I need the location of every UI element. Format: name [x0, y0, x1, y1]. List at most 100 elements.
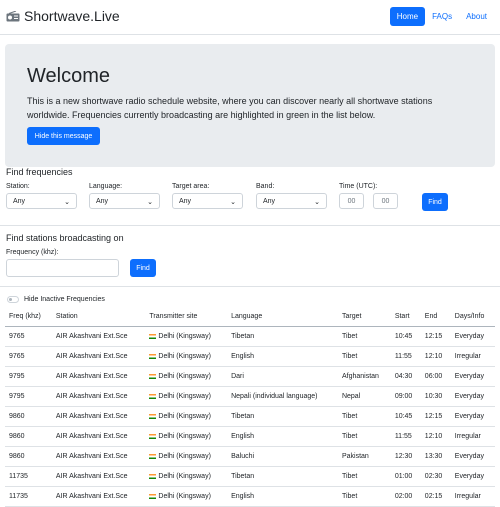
divider: [0, 286, 500, 287]
cell-days: Everyday: [450, 466, 495, 487]
cell-target: Tibet: [337, 466, 391, 487]
frequency-label: Frequency (khz):: [6, 249, 59, 256]
cell-end: 12:15: [420, 326, 451, 347]
cell-language: Dari: [227, 366, 338, 387]
target-area-select[interactable]: Any ⌄: [172, 193, 243, 209]
target-area-value: Any: [179, 197, 192, 205]
chevron-down-icon: ⌄: [147, 199, 153, 206]
hide-message-button[interactable]: Hide this message: [27, 127, 100, 145]
nav-home[interactable]: Home: [389, 7, 426, 26]
col-end: End: [420, 307, 451, 327]
cell-days: Everyday: [450, 406, 495, 427]
cell-transmitter: Delhi (Kingsway): [145, 466, 228, 487]
cell-end: 12:10: [420, 346, 451, 367]
cell-end: 12:15: [420, 406, 451, 427]
cell-language: Tibetan: [227, 326, 338, 347]
transmitter-site-text: Delhi (Kingsway): [158, 373, 211, 380]
table-row: 9795 AIR Akashvani Ext.Sce Delhi (Kingsway…: [5, 386, 495, 407]
nav-about[interactable]: About: [459, 7, 494, 26]
find-frequencies-button[interactable]: Find: [422, 193, 448, 211]
cell-station: AIR Akashvani Ext.Sce: [51, 446, 146, 467]
table-row: 9795 AIR Akashvani Ext.Sce Delhi (Kingsway…: [5, 366, 495, 387]
target-area-label: Target area:: [172, 183, 210, 190]
india-flag-icon: [149, 473, 157, 479]
col-station: Station: [51, 307, 146, 327]
cell-language: Tibetan: [227, 466, 338, 487]
language-select[interactable]: Any ⌄: [89, 193, 160, 209]
cell-transmitter: Delhi (Kingsway): [145, 386, 228, 407]
cell-end: 02:30: [420, 466, 451, 487]
station-select[interactable]: Any ⌄: [6, 193, 77, 209]
cell-station: AIR Akashvani Ext.Sce: [51, 346, 146, 367]
transmitter-site-text: Delhi (Kingsway): [158, 353, 211, 360]
cell-freq: 11735: [5, 486, 52, 507]
cell-target: Afghanistan: [337, 366, 391, 387]
cell-station: AIR Akashvani Ext.Sce: [51, 366, 146, 387]
cell-freq: 9860: [5, 426, 52, 447]
frequency-input[interactable]: [6, 259, 119, 277]
table-row: 11735 AIR Akashvani Ext.Sce Delhi (Kingswa…: [5, 466, 495, 487]
col-transmitter: Transmitter site: [145, 307, 228, 327]
find-stations-button[interactable]: Find: [130, 259, 156, 277]
cell-language: English: [227, 426, 338, 447]
cell-freq: 9765: [5, 326, 52, 347]
nav-faqs[interactable]: FAQs: [425, 7, 459, 26]
cell-language: English: [227, 346, 338, 367]
cell-transmitter: Delhi (Kingsway): [145, 426, 228, 447]
transmitter-site-text: Delhi (Kingsway): [158, 453, 211, 460]
station-label: Station:: [6, 183, 30, 190]
india-flag-icon: [149, 373, 157, 379]
col-start: Start: [390, 307, 421, 327]
cell-freq: 9860: [5, 446, 52, 467]
cell-target: Nepal: [337, 386, 391, 407]
radio-icon: [6, 10, 20, 21]
nav-links: Home FAQs About: [389, 7, 494, 26]
cell-end: 06:00: [420, 366, 451, 387]
cell-transmitter: Delhi (Kingsway): [145, 346, 228, 367]
table-row: 9860 AIR Akashvani Ext.Sce Delhi (Kingsway…: [5, 446, 495, 467]
cell-start: 12:30: [390, 446, 421, 467]
cell-freq: 9860: [5, 406, 52, 427]
cell-end: 13:30: [420, 446, 451, 467]
band-select[interactable]: Any ⌄: [256, 193, 327, 209]
table-header-row: Freq (khz) Station Transmitter site Lang…: [5, 307, 495, 327]
chevron-down-icon: ⌄: [230, 199, 236, 206]
india-flag-icon: [149, 333, 157, 339]
minute-input[interactable]: 00: [373, 193, 398, 209]
frequency-table: Freq (khz) Station Transmitter site Lang…: [5, 307, 495, 507]
cell-target: Tibet: [337, 406, 391, 427]
time-label: Time (UTC):: [339, 183, 378, 190]
hide-inactive-toggle[interactable]: [7, 296, 19, 303]
welcome-title: Welcome: [27, 65, 110, 87]
cell-station: AIR Akashvani Ext.Sce: [51, 326, 146, 347]
cell-station: AIR Akashvani Ext.Sce: [51, 466, 146, 487]
cell-station: AIR Akashvani Ext.Sce: [51, 406, 146, 427]
cell-days: Everyday: [450, 326, 495, 347]
cell-start: 11:55: [390, 426, 421, 447]
brand-link[interactable]: Shortwave.Live: [6, 8, 120, 24]
cell-start: 11:55: [390, 346, 421, 367]
find-stations-title: Find stations broadcasting on: [6, 233, 124, 243]
cell-freq: 9795: [5, 386, 52, 407]
india-flag-icon: [149, 493, 157, 499]
navbar: Shortwave.Live Home FAQs About: [0, 0, 500, 35]
hour-input[interactable]: 00: [339, 193, 364, 209]
cell-freq: 11735: [5, 466, 52, 487]
india-flag-icon: [149, 353, 157, 359]
station-value: Any: [13, 197, 26, 205]
cell-start: 10:45: [390, 326, 421, 347]
col-days: Days/Info: [450, 307, 495, 327]
band-label: Band:: [256, 183, 275, 190]
india-flag-icon: [149, 433, 157, 439]
cell-days: Irregular: [450, 486, 495, 507]
language-value: Any: [96, 197, 109, 205]
table-body: 9765 AIR Akashvani Ext.Sce Delhi (Kingsway…: [5, 326, 495, 507]
cell-station: AIR Akashvani Ext.Sce: [51, 426, 146, 447]
cell-start: 01:00: [390, 466, 421, 487]
col-language: Language: [227, 307, 338, 327]
col-freq: Freq (khz): [5, 307, 52, 327]
welcome-panel: Welcome This is a new shortwave radio sc…: [5, 44, 495, 167]
cell-days: Irregular: [450, 346, 495, 367]
cell-station: AIR Akashvani Ext.Sce: [51, 486, 146, 507]
transmitter-site-text: Delhi (Kingsway): [158, 473, 211, 480]
